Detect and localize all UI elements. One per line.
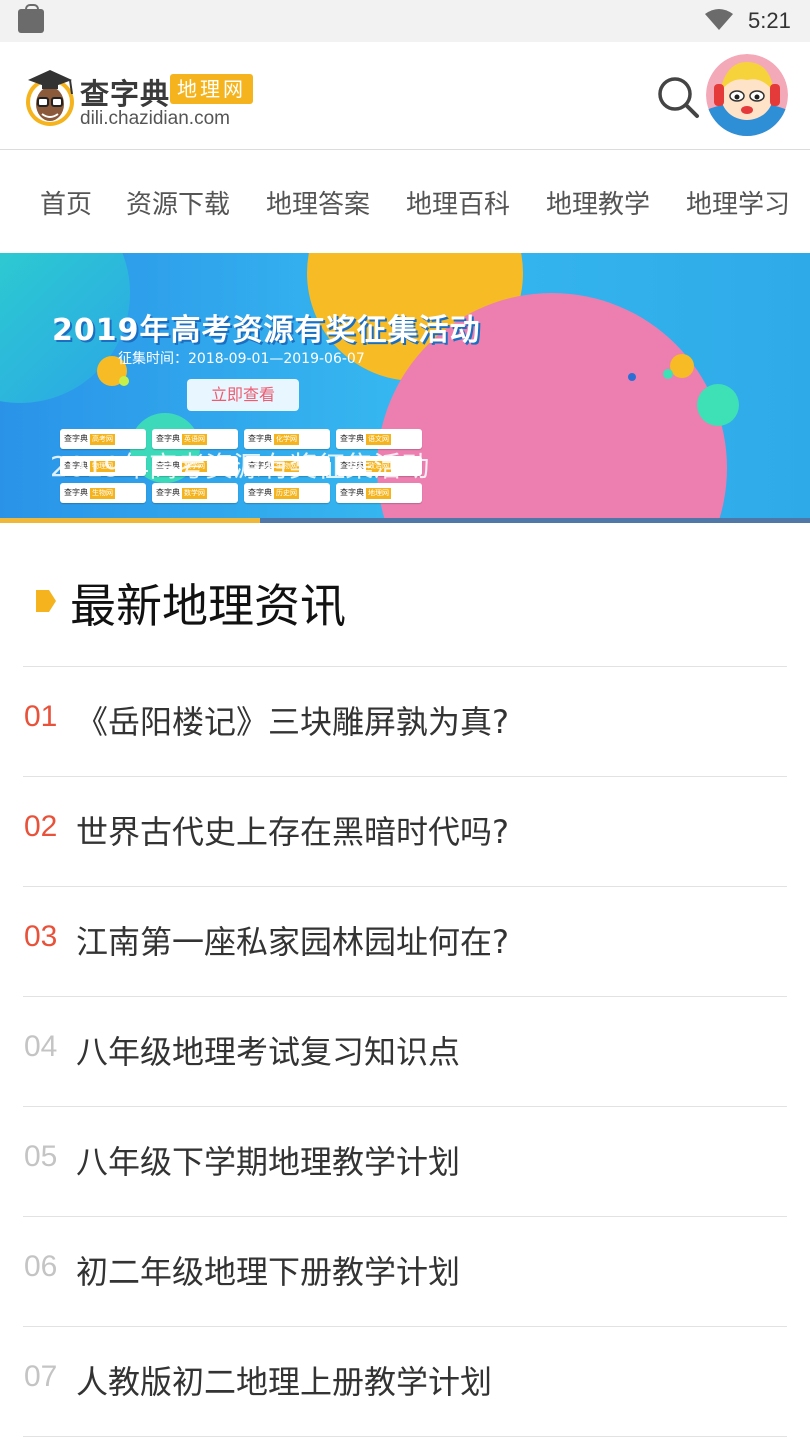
news-item[interactable]: 06 初二年级地理下册教学计划 [23,1217,787,1326]
news-rank-number: 03 [24,920,58,953]
news-item[interactable]: 03 江南第一座私家园林园址何在? [23,887,787,996]
news-title: 世界古代史上存在黑暗时代吗? [76,813,509,851]
news-item[interactable]: 01 《岳阳楼记》三块雕屏孰为真? [23,667,787,776]
partner-logo-name: 查字典 [340,434,364,443]
nav-item-answers[interactable]: 地理答案 [266,184,370,221]
news-title: 八年级地理考试复习知识点 [76,1033,461,1071]
search-icon[interactable] [656,75,700,119]
mascot-logo-icon [26,70,74,126]
news-title: 江南第一座私家园林园址何在? [76,923,509,961]
news-title: 八年级下学期地理教学计划 [76,1143,461,1181]
section-marker-icon [36,590,56,612]
partner-logo-name: 查字典 [248,434,272,443]
banner-date-range: 征集时间：2018-09-01—2019-06-07 [118,351,365,367]
news-rank-number: 06 [24,1250,58,1283]
site-header: 查字典 地理网 dili.chazidian.com [0,42,810,150]
partner-logo-name: 查字典 [156,488,180,497]
partner-logo-name: 查字典 [64,434,88,443]
nav-item-home[interactable]: 首页 [40,184,92,221]
partner-logo: 查字典 数学网 [152,483,238,503]
partner-logo-tag: 数学网 [182,488,207,499]
nav-item-encyclopedia[interactable]: 地理百科 [406,184,510,221]
brand-badge: 地理网 [170,74,253,104]
news-rank-number: 01 [24,700,58,733]
news-rank-number: 07 [24,1360,58,1393]
nav-item-downloads[interactable]: 资源下载 [126,184,230,221]
partner-logo: 查字典 生物网 [60,483,146,503]
news-divider [23,1436,787,1437]
news-title: 《岳阳楼记》三块雕屏孰为真? [76,703,509,741]
brand-domain: dili.chazidian.com [80,108,230,129]
avatar[interactable] [706,54,788,136]
status-time: 5:21 [748,8,791,33]
news-title: 人教版初二地理上册教学计划 [76,1363,493,1401]
partner-logo: 查字典 地理网 [336,483,422,503]
partner-logo: 查字典 历史网 [244,483,330,503]
banner-view-button[interactable]: 立即查看 [187,379,299,411]
banner-pager-bar [0,518,810,523]
partner-logo-name: 查字典 [64,488,88,497]
promo-banner[interactable]: 2019年高考资源有奖征集活动 征集时间：2018-09-01—2019-06-… [0,253,810,523]
partner-logo-name: 查字典 [156,434,180,443]
partner-logo-name: 查字典 [340,488,364,497]
brand-name: 查字典 [80,77,171,111]
top-nav: 首页 资源下载 地理答案 地理百科 地理教学 地理学习 [0,150,810,253]
news-item[interactable]: 04 八年级地理考试复习知识点 [23,997,787,1106]
wifi-icon [705,9,733,30]
banner-title: 2019年高考资源有奖征集活动 [52,313,481,348]
news-rank-number: 04 [24,1030,58,1063]
partner-logo-tag: 地理网 [366,488,391,499]
news-rank-number: 05 [24,1140,58,1173]
shopping-bag-icon [18,4,44,33]
status-bar: 5:21 [0,0,810,42]
partner-logo-name: 查字典 [248,488,272,497]
partner-logo-tag: 生物网 [90,488,115,499]
partner-logo-tag: 历史网 [274,488,299,499]
nav-item-learning[interactable]: 地理学习 [686,184,790,221]
nav-item-teaching[interactable]: 地理教学 [546,184,650,221]
news-rank-number: 02 [24,810,58,843]
partner-logo-tag: 语文网 [366,434,391,445]
section-title: 最新地理资讯 [70,579,346,633]
news-title: 初二年级地理下册教学计划 [76,1253,461,1291]
news-item[interactable]: 07 人教版初二地理上册教学计划 [23,1327,787,1436]
partner-logo-tag: 化学网 [274,434,299,445]
partner-logo-tag: 英语网 [182,434,207,445]
partner-logo-tag: 高考网 [90,434,115,445]
banner-caption: 2019年高考资源有奖征集活动 [50,450,430,483]
news-item[interactable]: 02 世界古代史上存在黑暗时代吗? [23,777,787,886]
news-item[interactable]: 05 八年级下学期地理教学计划 [23,1107,787,1216]
